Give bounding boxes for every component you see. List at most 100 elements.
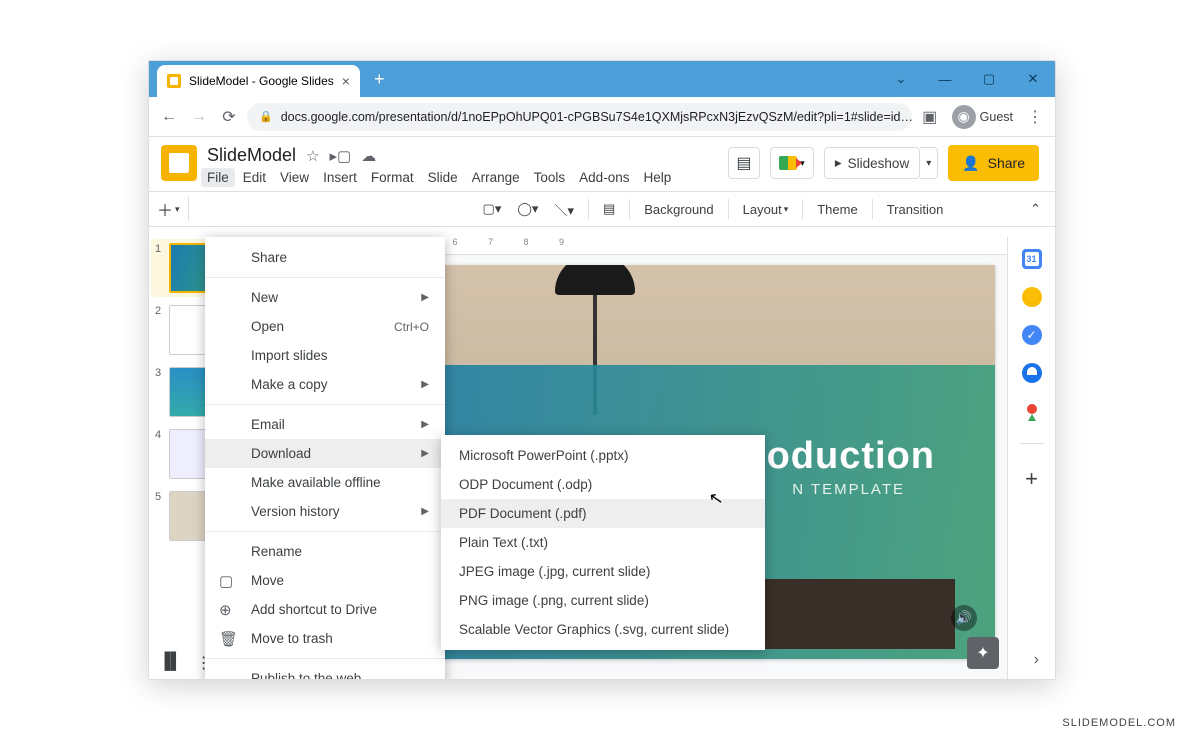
document-title[interactable]: SlideModel bbox=[207, 145, 296, 166]
file-offline[interactable]: Make available offline bbox=[205, 468, 445, 497]
calendar-icon[interactable] bbox=[1022, 249, 1042, 269]
hide-sidepanel-icon[interactable]: › bbox=[1034, 651, 1039, 669]
shape-tool-icon[interactable]: ◯▾ bbox=[511, 197, 544, 221]
menu-insert[interactable]: Insert bbox=[323, 170, 357, 185]
menu-tools[interactable]: Tools bbox=[534, 170, 566, 185]
file-import[interactable]: Import slides bbox=[205, 341, 445, 370]
slide-title: troduction bbox=[737, 435, 935, 478]
share-button[interactable]: 👤 Share bbox=[948, 145, 1039, 181]
new-slide-button[interactable]: ＋ ▾ bbox=[157, 197, 189, 221]
contacts-icon[interactable] bbox=[1022, 363, 1042, 383]
menu-edit[interactable]: Edit bbox=[243, 170, 266, 185]
browser-titlebar: SlideModel - Google Slides × + ⌄ — ▢ ✕ bbox=[149, 61, 1055, 97]
new-tab-button[interactable]: + bbox=[366, 65, 393, 94]
forward-icon[interactable]: → bbox=[187, 108, 211, 126]
window-minimize-icon[interactable]: — bbox=[923, 72, 967, 87]
menu-slide[interactable]: Slide bbox=[428, 170, 458, 185]
comments-icon[interactable]: ▤ bbox=[728, 147, 760, 179]
file-move[interactable]: ▢Move bbox=[205, 566, 445, 595]
layout-button[interactable]: Layout▾ bbox=[737, 198, 795, 221]
drive-shortcut-icon: ⊕ bbox=[219, 601, 232, 619]
comment-tool-icon[interactable]: ▤ bbox=[597, 197, 621, 221]
download-pptx[interactable]: Microsoft PowerPoint (.pptx) bbox=[441, 441, 765, 470]
app-header: SlideModel ☆ ▸▢ ☁ File Edit View Insert … bbox=[149, 137, 1055, 191]
star-icon[interactable]: ☆ bbox=[306, 147, 319, 165]
meet-icon bbox=[779, 156, 797, 170]
file-share[interactable]: Share bbox=[205, 243, 445, 272]
cloud-status-icon[interactable]: ☁ bbox=[361, 147, 376, 165]
background-button[interactable]: Background bbox=[638, 198, 719, 221]
file-download[interactable]: Download▶ bbox=[205, 439, 445, 468]
slide-subtitle: N TEMPLATE bbox=[792, 481, 905, 498]
tab-title: SlideModel - Google Slides bbox=[189, 74, 334, 88]
close-tab-icon[interactable]: × bbox=[342, 73, 350, 89]
add-addon-icon[interactable]: + bbox=[1025, 466, 1038, 492]
share-label: Share bbox=[988, 155, 1025, 171]
kebab-menu-icon[interactable]: ⋮ bbox=[1023, 107, 1047, 127]
reload-icon[interactable]: ⟳ bbox=[217, 107, 241, 127]
download-svg[interactable]: Scalable Vector Graphics (.svg, current … bbox=[441, 615, 765, 644]
toolbar: ＋ ▾ ▢▾ ◯▾ ＼▾ ▤ Background Layout▾ Theme … bbox=[149, 191, 1055, 227]
download-png[interactable]: PNG image (.png, current slide) bbox=[441, 586, 765, 615]
window-caret-icon[interactable]: ⌄ bbox=[879, 71, 923, 87]
guest-label: Guest bbox=[980, 110, 1013, 124]
download-submenu: Microsoft PowerPoint (.pptx) ODP Documen… bbox=[441, 435, 765, 650]
file-menu-dropdown: Share New▶ OpenCtrl+O Import slides Make… bbox=[205, 237, 445, 680]
slideshow-options-button[interactable]: ▾ bbox=[920, 147, 938, 179]
slideshow-button[interactable]: ▸ Slideshow bbox=[824, 147, 920, 179]
file-copy[interactable]: Make a copy▶ bbox=[205, 370, 445, 399]
menu-view[interactable]: View bbox=[280, 170, 309, 185]
submenu-arrow-icon: ▶ bbox=[421, 506, 429, 517]
file-trash[interactable]: 🗑Move to trash bbox=[205, 624, 445, 653]
menu-format[interactable]: Format bbox=[371, 170, 414, 185]
menu-file[interactable]: File bbox=[201, 168, 235, 187]
download-txt[interactable]: Plain Text (.txt) bbox=[441, 528, 765, 557]
file-history[interactable]: Version history▶ bbox=[205, 497, 445, 526]
lock-icon: 🔒 bbox=[259, 110, 273, 123]
theme-button[interactable]: Theme bbox=[811, 198, 863, 221]
window-maximize-icon[interactable]: ▢ bbox=[967, 71, 1011, 87]
explore-button[interactable]: ✦ bbox=[967, 637, 999, 669]
avatar-icon: ◉ bbox=[952, 105, 976, 129]
side-panel: + bbox=[1007, 237, 1055, 679]
back-icon[interactable]: ← bbox=[157, 108, 181, 126]
submenu-arrow-icon: ▶ bbox=[421, 419, 429, 430]
menu-help[interactable]: Help bbox=[643, 170, 671, 185]
file-publish[interactable]: Publish to the web bbox=[205, 664, 445, 680]
menu-addons[interactable]: Add-ons bbox=[579, 170, 629, 185]
browser-toolbar: ← → ⟳ 🔒 docs.google.com/presentation/d/1… bbox=[149, 97, 1055, 137]
slides-logo-icon[interactable] bbox=[161, 145, 197, 181]
line-tool-icon[interactable]: ＼▾ bbox=[548, 196, 580, 223]
browser-tab[interactable]: SlideModel - Google Slides × bbox=[157, 65, 360, 97]
keep-icon[interactable] bbox=[1022, 287, 1042, 307]
folder-move-icon: ▢ bbox=[219, 572, 233, 590]
play-icon: ▸ bbox=[835, 155, 842, 171]
file-shortcut[interactable]: ⊕Add shortcut to Drive bbox=[205, 595, 445, 624]
url-text: docs.google.com/presentation/d/1noEPpOhU… bbox=[281, 110, 912, 124]
file-rename[interactable]: Rename bbox=[205, 537, 445, 566]
window-close-icon[interactable]: ✕ bbox=[1011, 71, 1055, 87]
file-new[interactable]: New▶ bbox=[205, 283, 445, 312]
address-bar[interactable]: 🔒 docs.google.com/presentation/d/1noEPpO… bbox=[247, 103, 912, 131]
image-tool-icon[interactable]: ▢▾ bbox=[477, 197, 508, 221]
trash-icon: 🗑 bbox=[219, 630, 238, 648]
submenu-arrow-icon: ▶ bbox=[421, 292, 429, 303]
watermark: SLIDEMODEL.COM bbox=[1062, 717, 1176, 729]
reader-icon[interactable]: ▣ bbox=[918, 107, 942, 127]
maps-icon[interactable] bbox=[1022, 401, 1042, 421]
speaker-icon[interactable]: 🔊 bbox=[951, 605, 977, 631]
filmstrip-view-icon[interactable]: ▐▌ bbox=[159, 653, 182, 673]
profile-button[interactable]: ◉ Guest bbox=[948, 103, 1017, 131]
slides-favicon bbox=[167, 74, 181, 88]
file-open[interactable]: OpenCtrl+O bbox=[205, 312, 445, 341]
menu-arrange[interactable]: Arrange bbox=[472, 170, 520, 185]
submenu-arrow-icon: ▶ bbox=[421, 379, 429, 390]
collapse-toolbar-icon[interactable]: ⌃ bbox=[1024, 197, 1047, 221]
file-email[interactable]: Email▶ bbox=[205, 410, 445, 439]
move-folder-icon[interactable]: ▸▢ bbox=[330, 147, 352, 165]
submenu-arrow-icon: ▶ bbox=[421, 448, 429, 459]
transition-button[interactable]: Transition bbox=[881, 198, 950, 221]
download-jpg[interactable]: JPEG image (.jpg, current slide) bbox=[441, 557, 765, 586]
tasks-icon[interactable] bbox=[1022, 325, 1042, 345]
meet-button[interactable]: ▾ bbox=[770, 147, 814, 179]
